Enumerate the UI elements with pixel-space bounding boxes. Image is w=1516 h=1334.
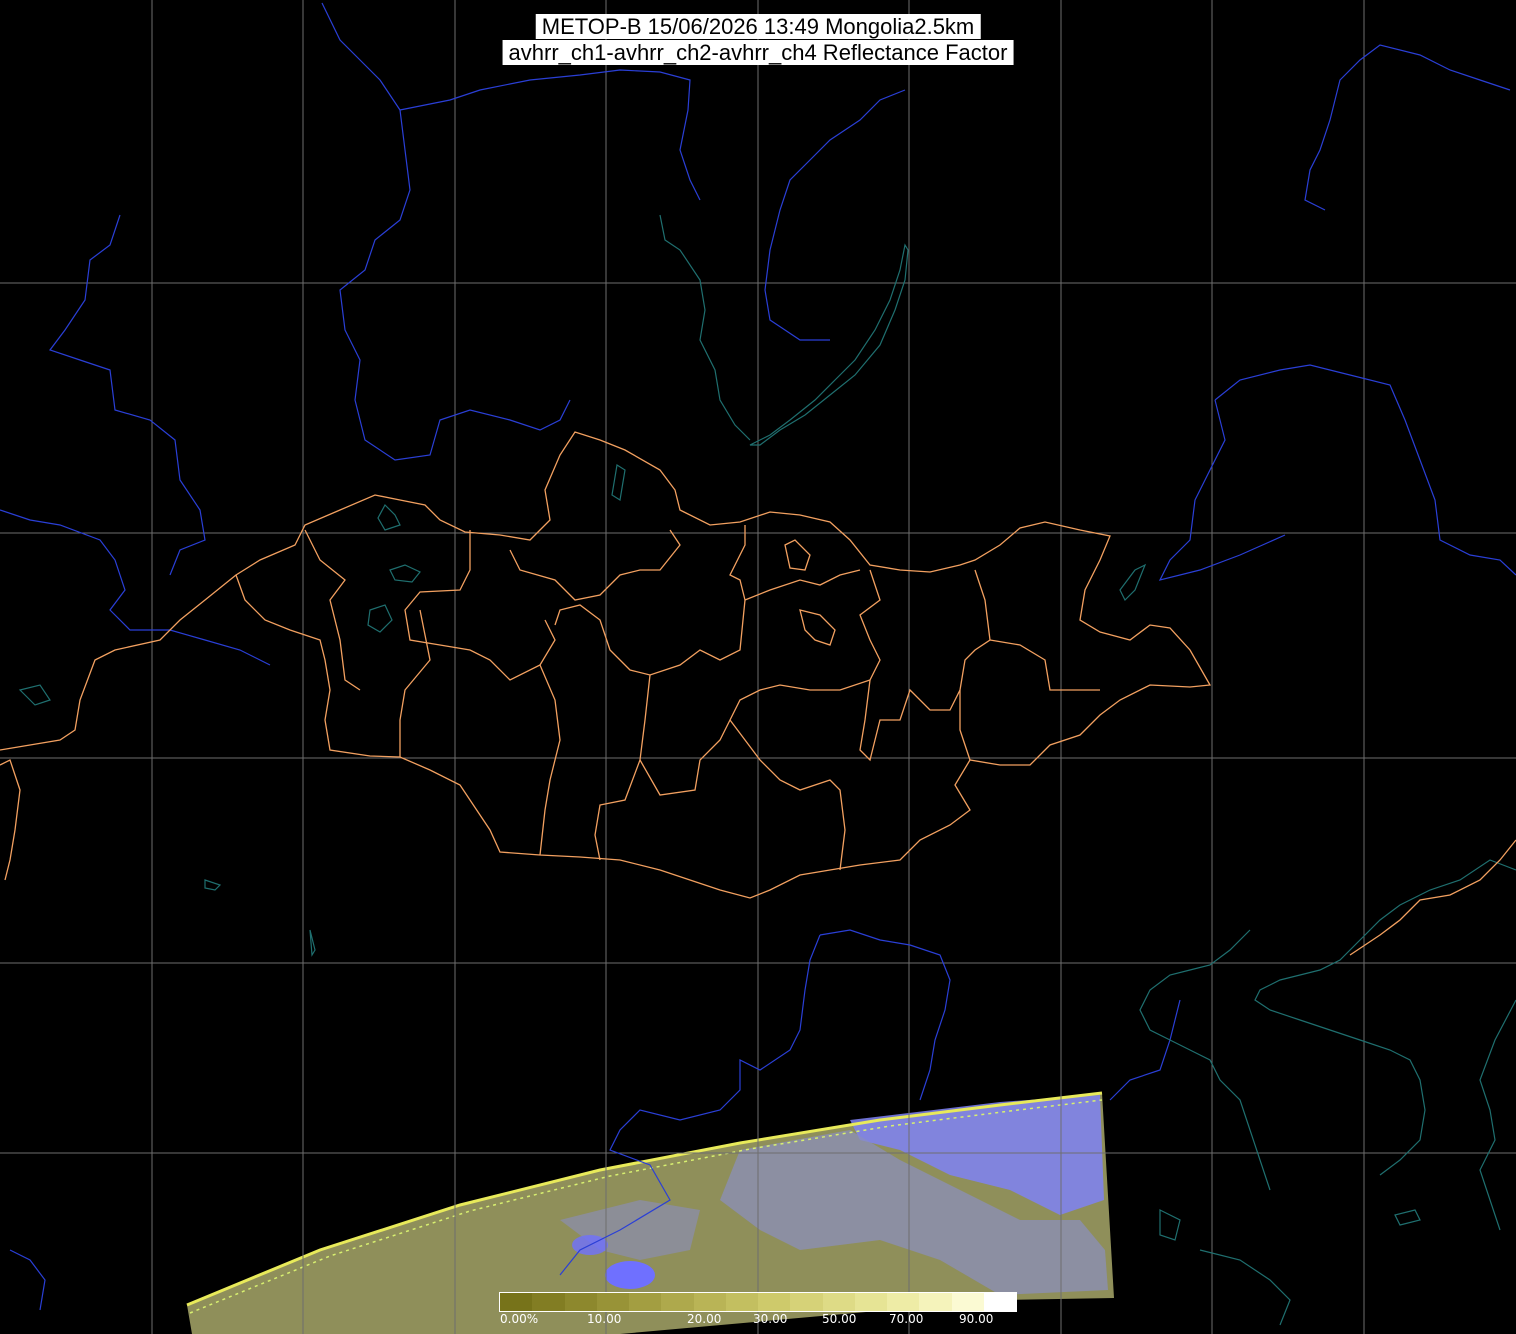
colorbar-swatch <box>822 1293 855 1311</box>
legend-tick-label: 30.00 <box>753 1312 788 1326</box>
legend-tick-label: 0.00% <box>500 1312 539 1326</box>
colorbar-swatch <box>564 1293 597 1311</box>
legend-tick-label: 20.00 <box>687 1312 722 1326</box>
legend-tick-label: 70.00 <box>889 1312 924 1326</box>
colorbar-swatch <box>532 1293 565 1311</box>
title-line-1: METOP-B 15/06/2026 13:49 Mongolia2.5km <box>535 14 981 39</box>
legend-tick-label: 90.00 <box>959 1312 994 1326</box>
colorbar-swatch <box>758 1293 791 1311</box>
colorbar <box>499 1292 1017 1312</box>
colorbar-swatch <box>790 1293 823 1311</box>
colorbar-swatch <box>661 1293 694 1311</box>
colorbar-swatch <box>887 1293 920 1311</box>
legend-tick-label: 10.00 <box>587 1312 622 1326</box>
legend-tick-label: 50.00 <box>822 1312 857 1326</box>
colorbar-swatch <box>854 1293 887 1311</box>
colorbar-swatch <box>693 1293 726 1311</box>
colorbar-swatch <box>951 1293 984 1311</box>
colorbar-swatch <box>983 1293 1016 1311</box>
colorbar-swatch <box>919 1293 952 1311</box>
colorbar-swatch <box>500 1293 533 1311</box>
satellite-map <box>0 0 1516 1334</box>
colorbar-swatch <box>629 1293 662 1311</box>
title-line-2: avhrr_ch1-avhrr_ch2-avhrr_ch4 Reflectanc… <box>502 40 1014 65</box>
colorbar-legend: 0.00% 10.00 20.00 30.00 50.00 70.00 90.0… <box>499 1292 1017 1328</box>
colorbar-swatch <box>596 1293 629 1311</box>
colorbar-swatch <box>725 1293 758 1311</box>
swath-cloud <box>605 1261 655 1289</box>
